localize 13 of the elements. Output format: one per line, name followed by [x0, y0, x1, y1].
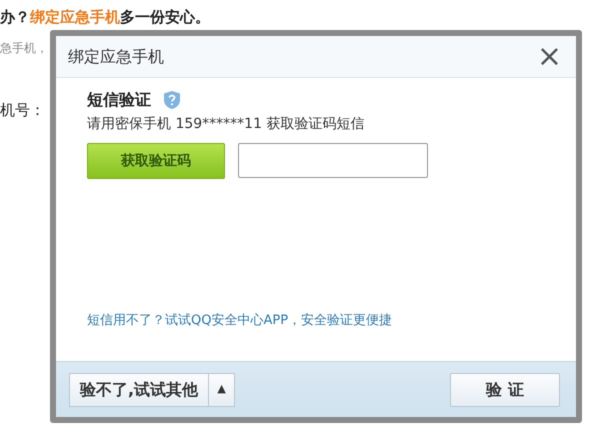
instruction-text: 请用密保手机 159******11 获取验证码短信: [87, 115, 366, 134]
dialog-title: 绑定应急手机: [68, 46, 164, 68]
get-code-button[interactable]: 获取验证码: [87, 143, 225, 179]
help-link[interactable]: 短信用不了？试试QQ安全中心APP，安全验证更便捷: [87, 313, 392, 328]
close-button[interactable]: ×: [532, 44, 566, 70]
dropdown-button[interactable]: ▲: [209, 372, 236, 406]
verify-button[interactable]: 验 证: [450, 372, 560, 406]
code-field[interactable]: [238, 143, 428, 178]
other-methods-button[interactable]: 验不了,试试其他: [69, 372, 210, 406]
shield-help-icon[interactable]: [163, 90, 181, 110]
section-title: 短信验证: [87, 89, 151, 111]
field-label: 机号：: [0, 100, 46, 120]
headline: 办？绑定应急手机多一份安心。: [0, 8, 210, 26]
